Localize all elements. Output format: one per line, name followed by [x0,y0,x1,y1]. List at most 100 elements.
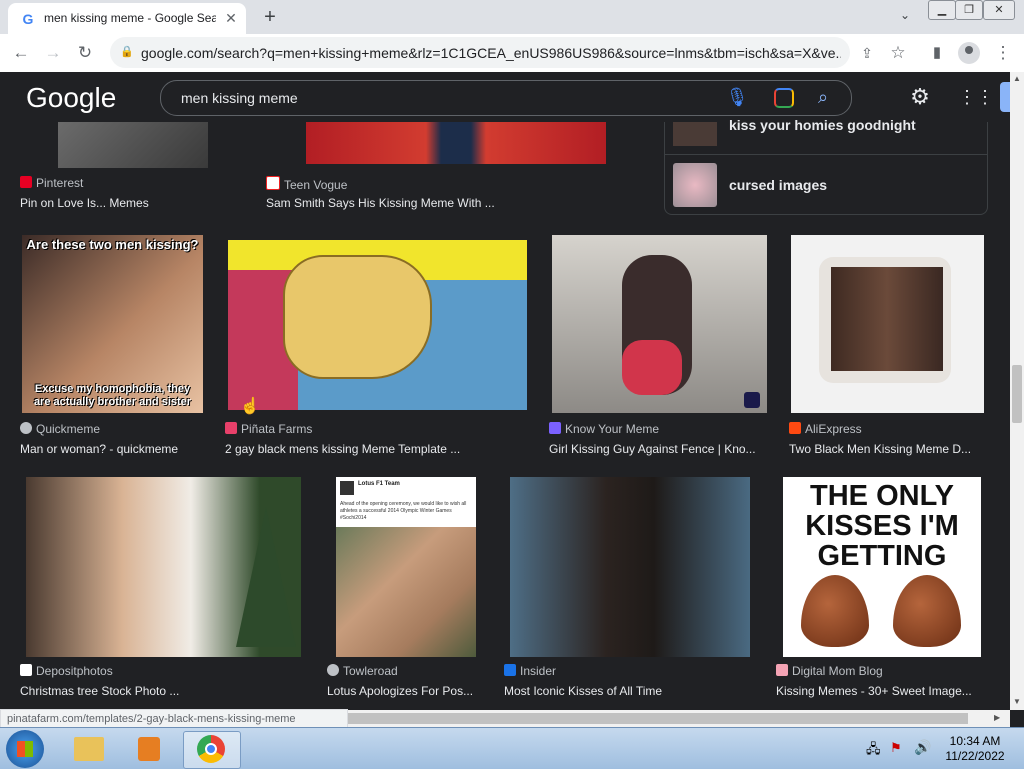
result-image-quickmeme[interactable]: Are these two men kissing? Excuse my hom… [22,235,203,413]
start-button[interactable] [6,730,44,768]
result-title[interactable]: Most Iconic Kisses of All Time [504,684,744,698]
back-icon[interactable]: ← [10,42,32,64]
tab-strip: G men kissing meme - Google Sea ✕ + ⌄ ▁ … [0,0,1024,34]
search-input[interactable]: men kissing meme [181,90,298,106]
digital-mom-blog-icon [776,664,788,676]
restore-button[interactable]: ❐ [955,0,983,20]
result-title[interactable]: Two Black Men Kissing Meme D... [789,442,984,456]
folder-icon [74,737,104,761]
result-title[interactable]: Lotus Apologizes For Pos... [327,684,487,698]
lens-camera-icon[interactable] [771,85,795,109]
tweet-photo [336,527,476,657]
pinata-farms-icon [225,422,237,434]
result-title[interactable]: 2 gay black mens kissing Meme Template .… [225,442,475,456]
sign-in-button[interactable] [1000,82,1010,112]
search-icon[interactable]: ⌕ [811,85,835,109]
taskbar: 🖧 ⚑ 🔊 10:34 AM 11/22/2022 [0,727,1024,769]
result-image-pinata-farms[interactable] [228,240,527,410]
network-icon[interactable]: 🖧 [866,740,881,762]
result-image-insider[interactable] [510,477,750,657]
source-label: Pinterest [36,176,84,190]
related-item-label[interactable]: cursed images [729,177,827,193]
scroll-down-icon[interactable]: ▼ [1012,697,1022,707]
action-center-icon[interactable]: ⚑ [890,740,902,756]
scroll-up-icon[interactable]: ▲ [1012,74,1022,84]
chocolate-kiss-right [893,575,961,647]
apps-grid-icon[interactable]: ⋮⋮ [958,85,994,109]
scroll-right-icon[interactable]: ▶ [994,713,1004,723]
result-title[interactable]: Kissing Memes - 30+ Sweet Image... [776,684,981,698]
google-logo[interactable]: Google [26,82,116,114]
vertical-scroll-thumb[interactable] [1012,365,1022,423]
insider-icon [504,664,516,676]
system-clock[interactable]: 10:34 AM 11/22/2022 [940,734,1010,764]
chevron-down-icon[interactable]: ⌄ [896,8,914,26]
result-source[interactable]: Pinterest [20,176,240,190]
source-label: Depositphotos [36,664,113,678]
result-title[interactable]: Sam Smith Says His Kissing Meme With ... [266,196,526,210]
result-source[interactable]: Depositphotos [20,664,300,678]
browser-toolbar: ← → ↻ 🔒 google.com/search?q=men+kissing+… [0,34,1024,73]
result-title[interactable]: Man or woman? - quickmeme [20,442,205,456]
globe-icon [20,422,32,434]
horizontal-scroll-thumb[interactable] [340,713,968,724]
new-tab-icon[interactable]: + [258,6,282,28]
explorer-taskbar-button[interactable] [62,731,118,767]
result-image-know-your-meme[interactable] [552,235,767,413]
result-image-pinterest[interactable] [58,122,208,168]
result-title[interactable]: Girl Kissing Guy Against Fence | Kno... [549,442,764,456]
close-tab-icon[interactable]: ✕ [222,9,240,27]
result-source[interactable]: Insider [504,664,744,678]
result-source[interactable]: Quickmeme [20,422,205,436]
tweet-author: Lotus F1 Team [358,481,400,487]
windows-logo-icon [17,741,33,757]
google-header: Google men kissing meme 🎙 ⌕ ⚙ ⋮⋮ [0,72,1010,122]
reload-icon[interactable]: ↻ [74,42,96,64]
aliexpress-icon [789,422,801,434]
clock-time: 10:34 AM [949,734,1001,748]
result-image-teen-vogue[interactable] [306,122,606,164]
result-source[interactable]: Towleroad [327,664,487,678]
menu-kebab-icon[interactable]: ⋮ [992,42,1014,64]
chrome-taskbar-button[interactable] [183,731,241,769]
minimize-button[interactable]: ▁ [928,0,956,20]
share-icon[interactable]: ⇪ [856,42,878,64]
related-item-label[interactable]: kiss your homies goodnight [729,117,916,133]
result-source[interactable]: Teen Vogue [266,176,526,192]
result-image-aliexpress[interactable] [791,235,984,413]
media-player-taskbar-button[interactable] [122,731,178,767]
microphone-icon[interactable]: 🎙 [725,85,749,109]
result-title[interactable]: Pin on Love Is... Memes [20,196,240,210]
bookmark-star-icon[interactable]: ☆ [887,42,909,64]
close-window-button[interactable]: ✕ [983,0,1015,20]
source-label: Teen Vogue [284,178,348,192]
pinterest-icon [20,176,32,188]
chocolate-kiss-left [801,575,869,647]
search-box[interactable]: men kissing meme 🎙 ⌕ [160,80,852,116]
tweet-text: Ahead of the opening ceremony, we would … [340,501,467,521]
result-image-depositphotos[interactable] [26,477,301,657]
result-source[interactable]: Digital Mom Blog [776,664,981,678]
source-label: Know Your Meme [565,422,660,436]
result-image-towleroad[interactable]: Lotus F1 Team Ahead of the opening cerem… [336,477,476,657]
source-label: AliExpress [805,422,862,436]
shorts-shape [622,340,682,395]
volume-icon[interactable]: 🔊 [914,739,931,756]
address-bar[interactable]: 🔒 google.com/search?q=men+kissing+meme&r… [110,37,850,68]
result-title[interactable]: Christmas tree Stock Photo ... [20,684,300,698]
side-panel-icon[interactable]: ▮ [926,42,948,64]
result-image-digital-mom-blog[interactable]: THE ONLY KISSES I'M GETTING [783,477,981,657]
christmas-tree-shape [236,507,296,647]
source-label: Piñata Farms [241,422,313,436]
profile-avatar[interactable] [958,42,980,64]
tab-active[interactable]: G men kissing meme - Google Sea ✕ [8,3,246,34]
related-thumb [673,122,717,146]
result-source[interactable]: Know Your Meme [549,422,764,436]
chrome-icon [197,735,225,763]
result-source[interactable]: AliExpress [789,422,984,436]
pillow-print [831,267,943,371]
settings-gear-icon[interactable]: ⚙ [908,85,932,109]
forward-icon[interactable]: → [42,42,64,64]
lock-icon[interactable]: 🔒 [120,45,134,59]
result-source[interactable]: Piñata Farms [225,422,475,436]
